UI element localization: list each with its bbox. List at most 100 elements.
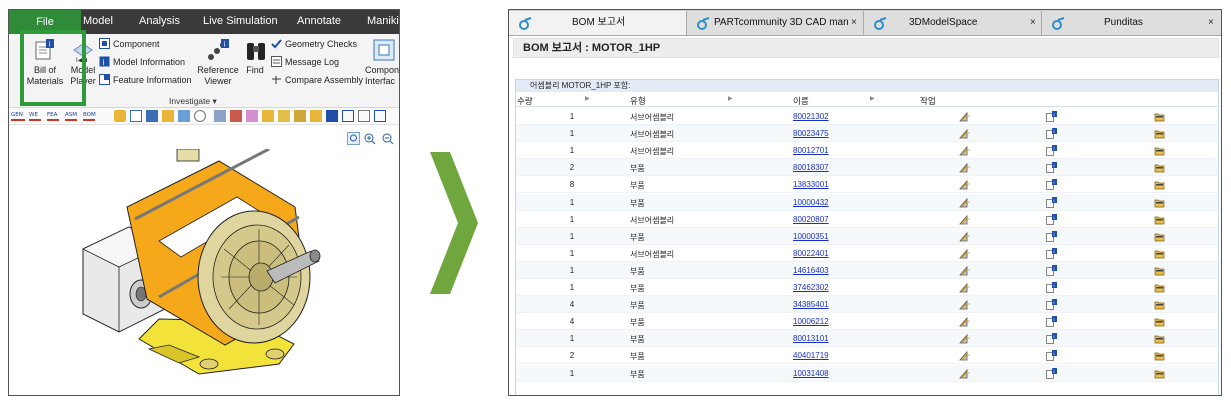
measure-icon[interactable]: ○ — [959, 162, 971, 173]
measure-icon[interactable]: ○ — [959, 316, 971, 327]
measure-icon[interactable]: ○ — [959, 214, 971, 225]
part-number-link[interactable]: 80021302 — [793, 112, 829, 121]
menu-annotate[interactable]: Annotate — [297, 15, 341, 27]
close-icon[interactable]: × — [1208, 11, 1214, 35]
open-folder-icon[interactable] — [1154, 162, 1166, 173]
part-number-link[interactable]: 10006212 — [793, 317, 829, 326]
info-icon[interactable]: i — [1046, 367, 1058, 379]
part-number-link[interactable]: 80023475 — [793, 129, 829, 138]
open-folder-icon[interactable] — [1154, 333, 1166, 344]
open-folder-icon[interactable] — [1154, 248, 1166, 259]
tab-punditas[interactable]: Punditas × — [1042, 11, 1221, 35]
open-folder-icon[interactable] — [1154, 368, 1166, 379]
info-icon[interactable]: i — [1046, 282, 1058, 293]
part-number-link[interactable]: 13833001 — [793, 180, 829, 189]
tool-icon-10[interactable] — [262, 110, 274, 122]
measure-icon[interactable]: ○ — [959, 197, 971, 208]
tool-icon-12[interactable] — [294, 110, 306, 122]
header-action[interactable]: 작업 — [920, 95, 936, 107]
part-number-link[interactable]: 40401719 — [793, 351, 829, 360]
info-icon[interactable]: i — [1046, 247, 1058, 259]
find-button[interactable]: Find — [243, 65, 267, 76]
open-folder-icon[interactable] — [1154, 316, 1166, 327]
info-icon[interactable]: i — [1046, 128, 1058, 139]
open-folder-icon[interactable] — [162, 110, 174, 122]
open-folder-icon[interactable] — [1154, 350, 1166, 361]
measure-icon[interactable]: ○ — [959, 350, 971, 361]
tool-icon-8[interactable] — [230, 110, 242, 122]
part-number-link[interactable]: 80012701 — [793, 146, 829, 155]
tab-bom-report[interactable]: BOM 보고서 — [509, 11, 687, 35]
model-information-button[interactable]: i Model Information — [99, 56, 185, 67]
investigate-group-label[interactable]: Investigate ▾ — [169, 96, 217, 107]
tool-icon-7[interactable] — [214, 110, 226, 122]
open-folder-icon[interactable] — [1154, 231, 1166, 242]
tool-icon-1[interactable] — [114, 110, 126, 122]
tab-3dmodelspace[interactable]: 3DModelSpace × — [864, 11, 1042, 35]
measure-icon[interactable]: ○ — [959, 333, 971, 344]
component-button[interactable]: Component — [99, 38, 160, 49]
tab-partcommunity[interactable]: PARTcommunity 3D CAD manufac × — [687, 11, 864, 35]
info-icon[interactable]: i — [1046, 162, 1058, 174]
part-number-link[interactable]: 10000351 — [793, 232, 829, 241]
tool-icon-17[interactable] — [374, 110, 386, 122]
open-folder-icon[interactable] — [1154, 179, 1166, 190]
part-number-link[interactable]: 10000432 — [793, 198, 829, 207]
save-icon[interactable] — [146, 110, 158, 122]
part-number-link[interactable]: 37462302 — [793, 283, 829, 292]
measure-icon[interactable]: ○ — [959, 282, 971, 293]
info-icon[interactable]: i — [1046, 179, 1058, 191]
new-file-icon[interactable] — [130, 110, 142, 122]
info-icon[interactable]: i — [1046, 213, 1058, 225]
part-number-link[interactable]: 10031408 — [793, 369, 829, 378]
open-folder-icon[interactable] — [1154, 282, 1166, 293]
geometry-checks-button[interactable]: Geometry Checks — [271, 38, 357, 49]
measure-icon[interactable]: ○ — [959, 248, 971, 259]
measure-icon[interactable]: ○ — [959, 299, 971, 310]
header-name[interactable]: 이름 — [793, 95, 809, 107]
info-icon[interactable]: i — [1046, 333, 1058, 345]
measure-icon[interactable]: ○ — [959, 231, 971, 242]
tool-icon-11[interactable] — [278, 110, 290, 122]
part-number-link[interactable]: 80018307 — [793, 163, 829, 172]
menu-analysis[interactable]: Analysis — [139, 15, 180, 27]
open-folder-icon[interactable] — [1154, 299, 1166, 310]
info-icon[interactable]: i — [1046, 316, 1058, 328]
info-icon[interactable]: i — [1046, 111, 1058, 122]
part-number-link[interactable]: 80022401 — [793, 249, 829, 258]
undo-icon[interactable] — [194, 110, 206, 122]
part-number-link[interactable]: 80013101 — [793, 334, 829, 343]
tool-icon-9[interactable] — [246, 110, 258, 122]
feature-information-button[interactable]: Feature Information — [99, 74, 192, 85]
measure-icon[interactable]: ○ — [959, 145, 971, 156]
info-icon[interactable]: i — [1046, 350, 1058, 362]
close-icon[interactable]: × — [851, 11, 857, 35]
open-folder-icon[interactable] — [1154, 111, 1166, 122]
reference-viewer-button[interactable]: Reference Viewer — [195, 65, 241, 87]
measure-icon[interactable]: ○ — [959, 265, 971, 276]
tool-icon-15[interactable] — [342, 110, 354, 122]
measure-icon[interactable]: ○ — [959, 179, 971, 190]
part-number-link[interactable]: 80020807 — [793, 215, 829, 224]
measure-icon[interactable]: ○ — [959, 111, 971, 122]
info-icon[interactable]: i — [1046, 196, 1058, 208]
tool-icon-16[interactable] — [358, 110, 370, 122]
message-log-button[interactable]: Message Log — [271, 56, 339, 67]
sort-icon[interactable]: ▶ — [728, 95, 733, 102]
header-qty[interactable]: 수량 — [517, 95, 533, 107]
menu-manikin[interactable]: Maniki — [367, 15, 399, 27]
open-folder-icon[interactable] — [1154, 197, 1166, 208]
menu-model[interactable]: Model — [83, 15, 113, 27]
open-folder-icon[interactable] — [1154, 214, 1166, 225]
tool-icon-5[interactable] — [178, 110, 190, 122]
part-number-link[interactable]: 14616403 — [793, 266, 829, 275]
component-interface-button[interactable]: Compone Interfac — [365, 65, 399, 87]
header-type[interactable]: 유형 — [630, 95, 646, 107]
tool-icon-14[interactable] — [326, 110, 338, 122]
info-icon[interactable]: i — [1046, 264, 1058, 276]
sort-icon[interactable]: ▶ — [870, 95, 875, 102]
close-icon[interactable]: × — [1030, 11, 1036, 35]
info-icon[interactable]: i — [1046, 230, 1058, 242]
measure-icon[interactable]: ○ — [959, 128, 971, 139]
info-icon[interactable]: i — [1046, 299, 1058, 310]
